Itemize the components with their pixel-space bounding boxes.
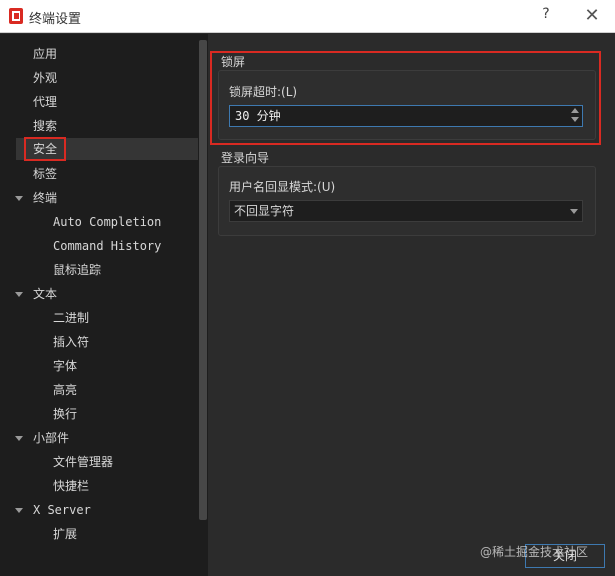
nav-item-quick-bar[interactable]: 快捷栏 <box>53 475 89 497</box>
help-button[interactable]: ? <box>537 6 555 26</box>
nav-item-auto-completion[interactable]: Auto Completion <box>53 211 161 233</box>
settings-nav-tree <box>0 34 208 576</box>
nav-scrollbar[interactable] <box>199 40 207 520</box>
nav-item-command-history[interactable]: Command History <box>53 235 161 257</box>
chevron-down-icon[interactable] <box>15 508 23 513</box>
watermark: @稀土掘金技术社区 <box>480 545 589 559</box>
nav-item-caret[interactable]: 插入符 <box>53 331 89 353</box>
chevron-down-icon[interactable] <box>15 436 23 441</box>
nav-item-widgets[interactable]: 小部件 <box>33 427 69 449</box>
nav-item-wrap[interactable]: 换行 <box>53 403 77 425</box>
nav-item-terminal[interactable]: 终端 <box>33 187 57 209</box>
title-bar: 终端设置 ? ✕ <box>0 0 615 33</box>
nav-item-highlight[interactable]: 高亮 <box>53 379 77 401</box>
nav-item-binary[interactable]: 二进制 <box>53 307 89 329</box>
nav-item-proxy[interactable]: 代理 <box>33 91 57 113</box>
nav-item-search[interactable]: 搜索 <box>33 115 57 137</box>
login-wizard-group-title: 登录向导 <box>221 151 270 165</box>
chevron-down-icon[interactable] <box>15 196 23 201</box>
nav-item-mouse-tracking[interactable]: 鼠标追踪 <box>53 259 101 281</box>
nav-item-font[interactable]: 字体 <box>53 355 77 377</box>
username-echo-select[interactable]: 不回显字符 <box>229 200 583 222</box>
nav-item-x-server[interactable]: X Server <box>33 499 91 521</box>
nav-item-extensions[interactable]: 扩展 <box>53 523 77 545</box>
window-title: 终端设置 <box>29 12 82 27</box>
nav-item-file-manager[interactable]: 文件管理器 <box>53 451 113 473</box>
nav-item-appearance[interactable]: 外观 <box>33 67 57 89</box>
nav-item-tabs[interactable]: 标签 <box>33 163 57 185</box>
nav-item-security[interactable]: 安全 <box>23 137 67 161</box>
chevron-down-icon[interactable] <box>15 292 23 297</box>
username-echo-label: 用户名回显模式:(U) <box>229 180 336 194</box>
app-icon <box>9 8 23 24</box>
window-close-button[interactable]: ✕ <box>580 4 604 28</box>
nav-item-app[interactable]: 应用 <box>33 43 57 65</box>
chevron-down-icon[interactable] <box>570 209 578 214</box>
highlight-annotation <box>210 51 601 145</box>
nav-item-text[interactable]: 文本 <box>33 283 57 305</box>
